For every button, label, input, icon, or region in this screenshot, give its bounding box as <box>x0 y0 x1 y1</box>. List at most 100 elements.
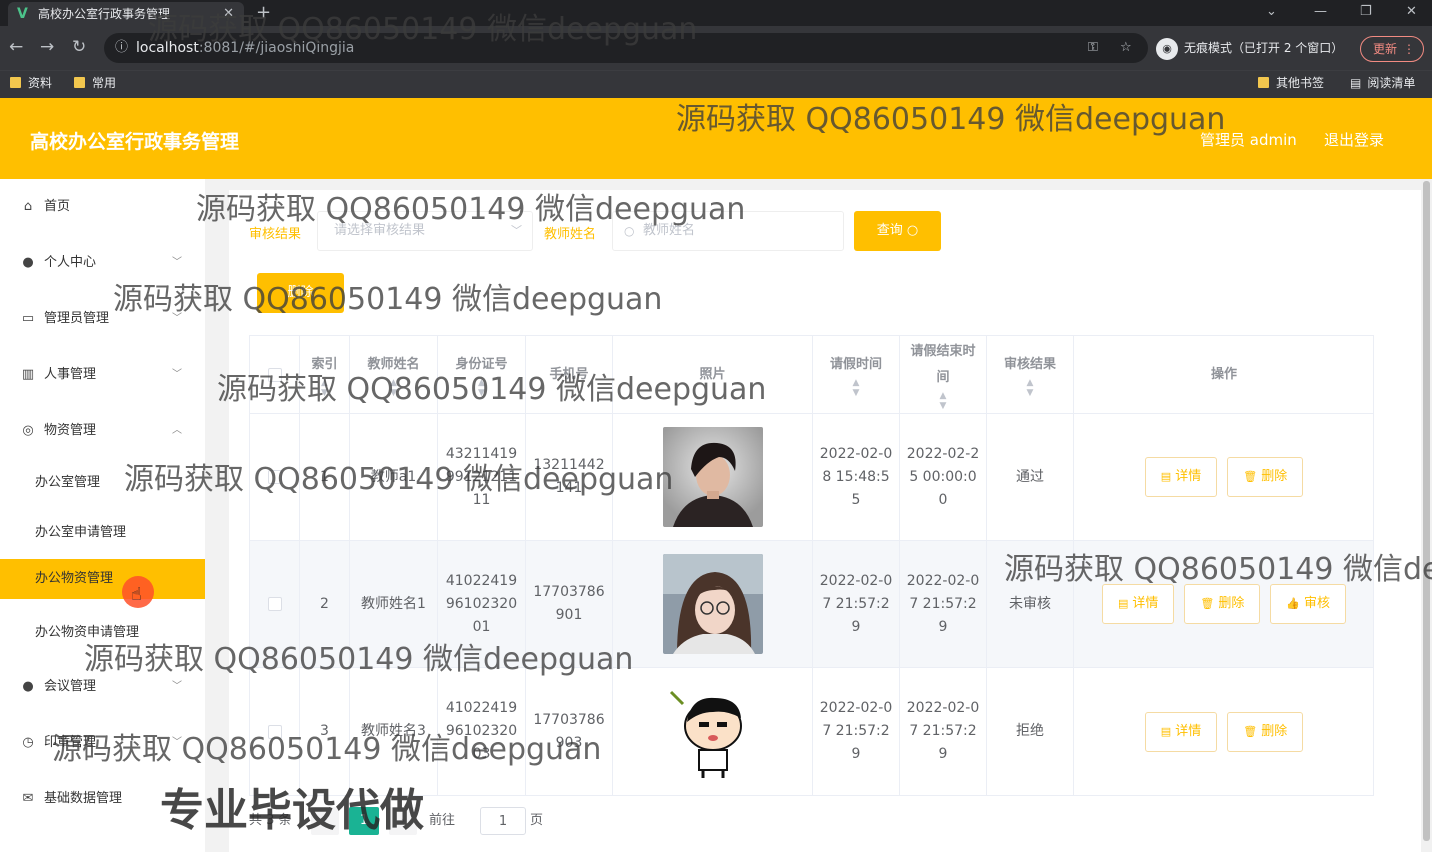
sidebar-subitem-supplies[interactable]: 办公物资管理 <box>0 559 205 599</box>
info-icon[interactable]: ⓘ <box>115 33 128 63</box>
incognito-indicator[interactable]: ◉ 无痕模式（已打开 2 个窗口） <box>1156 35 1343 61</box>
bookmark-folder-ziliao[interactable]: 资料 <box>10 73 52 93</box>
home-icon: ⌂ <box>23 199 33 214</box>
close-window-icon[interactable]: ✕ <box>1406 0 1417 24</box>
sort-icon[interactable]: ▲ ▼ <box>940 391 947 411</box>
sort-icon[interactable]: ▲ ▼ <box>321 378 328 398</box>
checkbox[interactable] <box>267 597 282 611</box>
document-icon: ▤ <box>1160 724 1172 738</box>
teacher-photo-man <box>662 427 763 527</box>
header-photo[interactable]: 照片 <box>613 336 813 413</box>
sidebar-item-basedata[interactable]: ✉ 基础数据管理 <box>0 779 205 819</box>
reading-list[interactable]: ▤ 阅读清单 <box>1350 73 1415 93</box>
detail-button[interactable]: ▤ 详情 <box>1144 711 1218 752</box>
reading-list-icon: ▤ <box>1350 76 1362 90</box>
sidebar-subitem-office-apply[interactable]: 办公室申请管理 <box>0 513 205 553</box>
tab-search-icon[interactable]: ⌄ <box>1266 0 1277 24</box>
bookmark-star-icon[interactable]: ☆ <box>1120 33 1132 63</box>
chevron-down-icon: ﹀ <box>172 681 182 692</box>
batch-delete-button[interactable]: 删除 <box>257 273 344 313</box>
bookmark-folder-other[interactable]: 其他书签 <box>1258 73 1324 93</box>
header-teacher-name[interactable]: 教师姓名 ▲ ▼ <box>350 336 438 413</box>
teacher-photo-girl <box>662 554 763 654</box>
sort-icon[interactable]: ▲ ▼ <box>390 378 397 398</box>
audit-result-select[interactable]: 请选择审核结果 ﹀ <box>317 211 533 251</box>
prev-page-icon[interactable]: ‹ <box>311 807 339 835</box>
sidebar-item-label: 管理员管理 <box>44 311 110 326</box>
bookmark-label: 常用 <box>92 76 117 90</box>
cell-index: 1 <box>300 414 350 540</box>
cell-photo <box>613 541 813 667</box>
cell-index: 2 <box>300 541 350 667</box>
next-page-icon[interactable]: › <box>389 807 417 835</box>
header-index[interactable]: 索引 ▲ ▼ <box>300 336 350 413</box>
update-button[interactable]: 更新 ⋮ <box>1360 36 1424 62</box>
delete-button[interactable]: 🗑 删除 <box>1227 711 1304 752</box>
minimize-icon[interactable]: — <box>1314 0 1327 24</box>
back-icon[interactable]: ← <box>9 36 23 58</box>
key-icon[interactable]: ⚿ <box>1088 33 1098 63</box>
address-bar[interactable]: ⓘ localhost:8081/#/jiaoshiQingjia ⚿ ☆ <box>104 33 1148 63</box>
row-select[interactable] <box>250 541 300 667</box>
logout-link[interactable]: 退出登录 <box>1324 129 1384 150</box>
delete-button[interactable]: 🗑 删除 <box>1227 457 1304 497</box>
checkbox[interactable] <box>267 724 282 739</box>
header-leave-start[interactable]: 请假时间 ▲ ▼ <box>813 336 900 413</box>
id-card-icon: ▭ <box>21 311 35 326</box>
folder-icon <box>74 77 85 88</box>
sidebar-item-hr[interactable]: ▥ 人事管理 ﹀ <box>0 355 205 395</box>
header-audit-result[interactable]: 审核结果 ▲ ▼ <box>987 336 1074 413</box>
header-select-all[interactable] <box>250 336 300 413</box>
audit-button[interactable]: 👍 审核 <box>1270 584 1347 624</box>
sort-icon[interactable]: ▲ ▼ <box>1027 378 1034 398</box>
mouse-cursor-highlight: ☝ <box>122 576 154 608</box>
sort-icon[interactable]: ▲ ▼ <box>853 378 860 398</box>
bulb-icon: ● <box>22 679 34 694</box>
header-id-card[interactable]: 身份证号 ▲ ▼ <box>438 336 526 413</box>
sidebar-subitem-supplies-apply[interactable]: 办公物资申请管理 <box>0 613 205 653</box>
page-scrollbar[interactable] <box>1421 179 1432 852</box>
teacher-name-input[interactable]: ○ 教师姓名 <box>612 211 844 251</box>
sidebar-subitem-office[interactable]: 办公室管理 <box>0 463 205 503</box>
table-row: 2 教师姓名1 410224199610232001 17703786901 2… <box>250 541 1373 668</box>
close-tab-icon[interactable]: ✕ <box>223 2 234 26</box>
bookmark-label: 资料 <box>28 76 53 90</box>
detail-button[interactable]: ▤ 详情 <box>1101 584 1175 624</box>
sidebar-item-stamps[interactable]: ◷ 印章管理 ﹀ <box>0 723 205 763</box>
sidebar-item-label: 基础数据管理 <box>44 791 123 806</box>
bookmark-folder-changyong[interactable]: 常用 <box>74 73 116 93</box>
forward-icon[interactable]: → <box>40 36 54 58</box>
sort-icon[interactable]: ▲ ▼ <box>478 378 485 398</box>
reload-icon[interactable]: ↻ <box>72 36 86 58</box>
goto-page-input[interactable]: 1 <box>480 807 526 835</box>
detail-button[interactable]: ▤ 详情 <box>1144 457 1218 497</box>
cell-id-card: 432114199912121111 <box>438 414 526 540</box>
button-label: 详情 <box>1132 596 1159 611</box>
search-button[interactable]: 查询 ○ <box>854 211 941 251</box>
cell-audit-result: 未审核 <box>987 541 1074 667</box>
browser-tab[interactable]: V 高校办公室行政事务管理 ✕ <box>8 2 244 26</box>
sidebar-item-home[interactable]: ⌂ 首页 <box>0 187 205 227</box>
restore-icon[interactable]: ❐ <box>1360 0 1372 24</box>
header-phone[interactable]: 手机号 <box>526 336 613 413</box>
cell-leave-start: 2022-02-08 15:48:55 <box>813 414 900 540</box>
checkbox[interactable] <box>267 367 282 382</box>
row-select[interactable] <box>250 414 300 540</box>
sidebar-item-supplies[interactable]: ◎ 物资管理 ︿ <box>0 411 205 451</box>
checkbox[interactable] <box>267 470 282 484</box>
cell-phone: 17703786901 <box>526 541 613 667</box>
cell-actions: ▤ 详情 🗑 删除 <box>1074 668 1374 795</box>
sidebar-item-meetings[interactable]: ● 会议管理 ﹀ <box>0 667 205 707</box>
document-icon: ▤ <box>1160 470 1172 483</box>
pagination-total: 共 3 条 <box>249 813 292 828</box>
sidebar-item-profile[interactable]: ● 个人中心 ﹀ <box>0 243 205 283</box>
new-tab-icon[interactable]: + <box>256 0 271 26</box>
row-select[interactable] <box>250 668 300 795</box>
page-number-current[interactable]: 1 <box>349 807 379 835</box>
sidebar: ⌂ 首页 ● 个人中心 ﹀ ▭ 管理员管理 ﹀ ▥ 人事管理 ﹀ ◎ 物资管理 ︿ 办公室管理 办… <box>0 179 205 852</box>
scrollbar-thumb[interactable] <box>1423 181 1430 841</box>
header-leave-end[interactable]: 请假结束时间 ▲ ▼ <box>900 336 987 413</box>
delete-button[interactable]: 🗑 删除 <box>1184 584 1261 624</box>
folder-icon <box>1258 77 1269 88</box>
sidebar-item-admins[interactable]: ▭ 管理员管理 ﹀ <box>0 299 205 339</box>
